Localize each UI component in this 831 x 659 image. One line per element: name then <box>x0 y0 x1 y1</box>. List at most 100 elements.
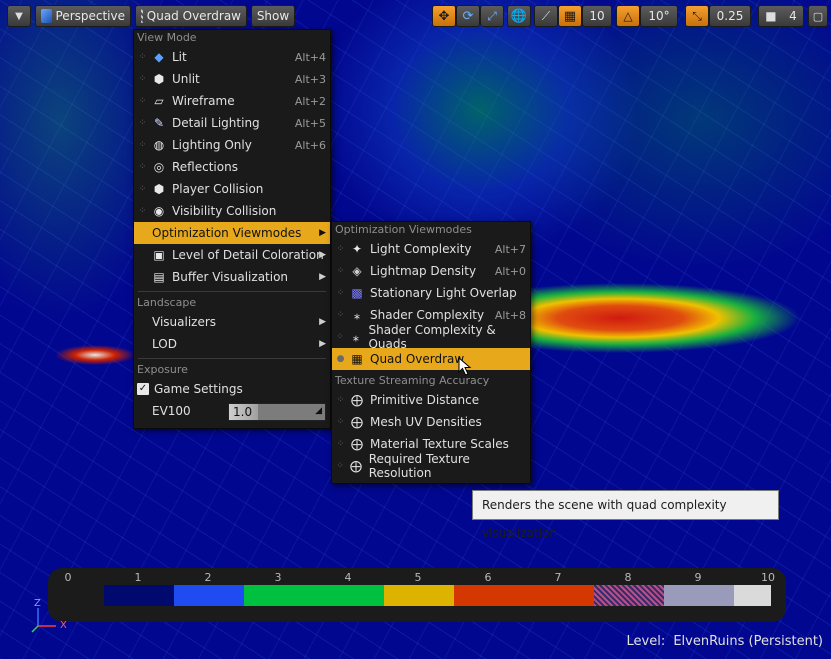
legend-label: 2 <box>204 571 212 584</box>
menu-item-required-texture-resolution[interactable]: ⁘ ⨁ Required Texture Resolution <box>332 452 530 480</box>
lod-coloration-icon: ▣ <box>153 248 165 262</box>
lighting-only-icon: ◍ <box>153 138 165 152</box>
grip-icon: ⁘ <box>138 52 147 62</box>
submenu-arrow-icon: ▶ <box>319 339 326 349</box>
submenu-arrow-icon: ▶ <box>319 317 326 327</box>
legend-swatch <box>244 585 314 606</box>
section-optimization-viewmodes: Optimization Viewmodes <box>335 223 472 236</box>
menu-item-buffer-visualization[interactable]: ▤ Buffer Visualization ▶ <box>134 266 330 288</box>
menu-item-unlit-shortcut: Alt+3 <box>294 72 326 86</box>
legend-label: 0 <box>64 571 72 584</box>
menu-item-unlit[interactable]: ⁘ ⬢ Unlit Alt+3 <box>134 68 330 90</box>
menu-item-stationary-light-overlap[interactable]: ⁘ ▩ Stationary Light Overlap <box>332 282 530 304</box>
grip-icon: ⁘ <box>138 140 147 150</box>
surface-snap-button[interactable]: ⟋ <box>534 5 558 27</box>
lod-coloration-label: Level of Detail Coloration <box>172 248 324 262</box>
translate-mode-button[interactable]: ✥ <box>432 5 456 27</box>
rotate-icon: ⟳ <box>462 8 474 24</box>
legend-swatch <box>664 585 734 606</box>
legend-swatch <box>104 585 174 606</box>
perspective-icon <box>41 9 52 23</box>
menu-item-lighting-only-label: Lighting Only <box>172 138 252 152</box>
menu-item-reflections[interactable]: ⁘ ◎ Reflections <box>134 156 330 178</box>
menu-item-visibility-collision-label: Visibility Collision <box>172 204 277 218</box>
quad-overdraw-icon: ▦ <box>351 352 363 366</box>
menu-item-detail-lighting[interactable]: ⁘ ✎ Detail Lighting Alt+5 <box>134 112 330 134</box>
legend-swatch <box>174 585 244 606</box>
detail-lighting-icon: ✎ <box>153 116 165 130</box>
translate-icon: ✥ <box>438 8 450 24</box>
viewmode-button[interactable]: Quad Overdraw <box>135 5 247 27</box>
legend-label: 3 <box>274 571 282 584</box>
menu-item-lit[interactable]: ⁘ ◆ Lit Alt+4 <box>134 46 330 68</box>
scale-icon: ⤢ <box>487 8 497 23</box>
camera-speed-button[interactable]: ■ 4 <box>758 5 804 27</box>
grid-snap-toggle[interactable]: ▦ <box>558 5 582 27</box>
menu-item-quad-overdraw[interactable]: ● ▦ Quad Overdraw <box>332 348 530 370</box>
menu-item-player-collision-label: Player Collision <box>172 182 264 196</box>
quad-overdraw-legend: 0 1 2 3 4 5 6 7 8 9 10 <box>48 568 786 622</box>
menu-item-shader-complexity-quads[interactable]: ⁘ ⁎ Shader Complexity & Quads <box>332 323 530 351</box>
legend-label: 1 <box>134 571 142 584</box>
grip-icon: ⁘ <box>336 439 345 449</box>
submenu-arrow-icon: ▶ <box>319 228 326 238</box>
lod-label: LOD <box>152 337 177 351</box>
viewport[interactable]: ▼ Perspective Quad Overdraw Show ✥ ⟳ ⤢ 🌐… <box>0 0 831 659</box>
maximize-viewport-button[interactable]: ▢ <box>808 5 828 27</box>
perspective-button[interactable]: Perspective <box>35 5 131 27</box>
legend-swatch <box>524 585 594 606</box>
menu-item-player-collision[interactable]: ⁘ ⬢ Player Collision <box>134 178 330 200</box>
menu-item-lod[interactable]: LOD ▶ <box>134 333 330 355</box>
legend-swatch <box>454 585 524 606</box>
menu-item-visibility-collision[interactable]: ⁘ ◉ Visibility Collision <box>134 200 330 222</box>
grid-snap-value-button[interactable]: 10 <box>582 5 612 27</box>
menu-item-lightmap-density[interactable]: ⁘ ◈ Lightmap Density Alt+0 <box>332 260 530 282</box>
menu-item-wireframe[interactable]: ⁘ ▱ Wireframe Alt+2 <box>134 90 330 112</box>
game-settings-checkbox[interactable]: ✓ <box>137 383 149 395</box>
grip-icon: ⁘ <box>336 417 345 427</box>
menu-item-primitive-distance-label: Primitive Distance <box>370 393 480 407</box>
ev100-slider[interactable]: 1.0 ◢ <box>228 403 326 421</box>
menu-item-lighting-only[interactable]: ⁘ ◍ Lighting Only Alt+6 <box>134 134 330 156</box>
section-view-mode: View Mode <box>137 31 197 44</box>
viewport-options-button[interactable]: ▼ <box>7 5 31 27</box>
scale-snap-toggle[interactable]: ⤡ <box>685 5 709 27</box>
scale-snap-value: 0.25 <box>716 9 744 23</box>
menu-item-lod-coloration[interactable]: ▣ Level of Detail Coloration ▶ <box>134 244 330 266</box>
quad-overdraw-icon <box>141 9 143 23</box>
grip-icon: ⁘ <box>336 288 345 298</box>
menu-item-shader-complexity-shortcut: Alt+8 <box>494 308 526 322</box>
coordinate-system-button[interactable]: 🌐 <box>507 5 531 27</box>
menu-item-unlit-label: Unlit <box>172 72 200 86</box>
legend-label: 4 <box>344 571 352 584</box>
camera-icon: ■ <box>765 9 777 23</box>
tooltip-text: Renders the scene with quad complexity v… <box>482 498 727 540</box>
menu-item-mesh-uv-densities[interactable]: ⁘ ⨁ Mesh UV Densities <box>332 411 530 433</box>
scale-snap-value-button[interactable]: 0.25 <box>709 5 751 27</box>
rotate-mode-button[interactable]: ⟳ <box>456 5 480 27</box>
game-settings-label: Game Settings <box>154 382 243 396</box>
maximize-icon: ▢ <box>812 9 824 23</box>
show-button[interactable]: Show <box>251 5 295 27</box>
player-collision-icon: ⬢ <box>153 182 165 196</box>
scale-mode-button[interactable]: ⤢ <box>480 5 504 27</box>
menu-item-stationary-light-overlap-label: Stationary Light Overlap <box>370 286 517 300</box>
menu-item-lightmap-density-label: Lightmap Density <box>370 264 477 278</box>
rotation-snap-toggle[interactable]: △ <box>616 5 640 27</box>
menu-item-light-complexity[interactable]: ⁘ ✦ Light Complexity Alt+7 <box>332 238 530 260</box>
menu-item-visualizers[interactable]: Visualizers ▶ <box>134 311 330 333</box>
menu-item-detail-lighting-label: Detail Lighting <box>172 116 260 130</box>
menu-item-optimization-viewmodes[interactable]: Optimization Viewmodes ▶ <box>134 222 330 244</box>
menu-item-lighting-only-shortcut: Alt+6 <box>294 138 326 152</box>
menu-divider <box>138 358 326 359</box>
menu-item-primitive-distance[interactable]: ⁘ ⨁ Primitive Distance <box>332 389 530 411</box>
legend-swatch <box>314 585 384 606</box>
buffer-visualization-icon: ▤ <box>153 270 165 284</box>
ev100-value: 1.0 <box>233 405 253 419</box>
axis-z-label: Z <box>34 598 41 609</box>
menu-item-game-settings[interactable]: ✓ Game Settings <box>134 378 330 400</box>
rotation-snap-value-button[interactable]: 10° <box>640 5 678 27</box>
lightmap-density-icon: ◈ <box>352 264 362 278</box>
legend-label: 5 <box>414 571 422 584</box>
optimization-viewmodes-submenu: Optimization Viewmodes ⁘ ✦ Light Complexit… <box>331 221 531 484</box>
